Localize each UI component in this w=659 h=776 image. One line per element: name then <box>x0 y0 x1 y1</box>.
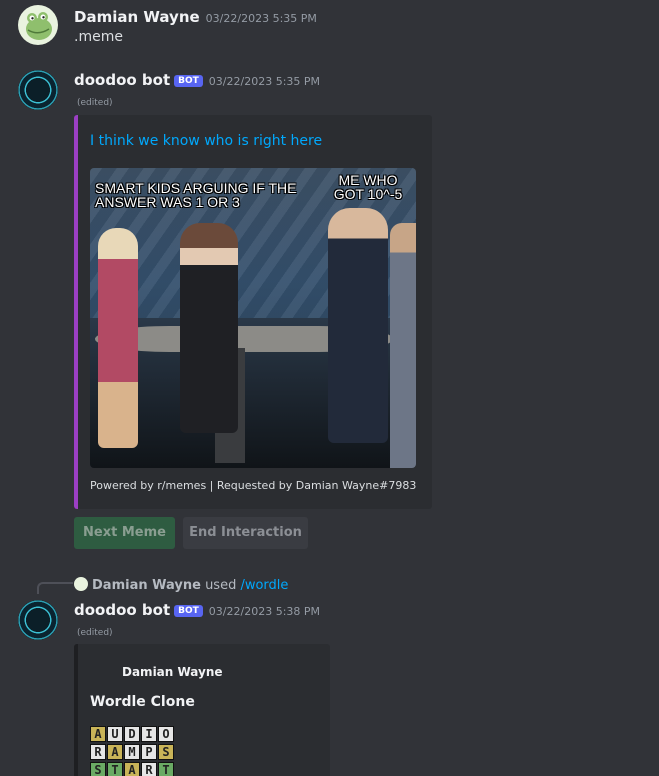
reply-used-text: used <box>205 578 237 593</box>
embed-title: Wordle Clone <box>90 694 195 710</box>
edited-label: (edited) <box>77 628 113 638</box>
username[interactable]: doodoo bot <box>74 601 170 619</box>
timestamp[interactable]: 03/22/2023 5:35 PM <box>206 12 317 25</box>
meme-image[interactable]: SMART KIDS ARGUING IF THE ANSWER WAS 1 O… <box>90 168 416 468</box>
avatar[interactable] <box>18 600 58 640</box>
person-center <box>180 223 238 433</box>
reply-command[interactable]: /wordle <box>240 578 288 593</box>
wordle-tile: S <box>90 762 106 776</box>
wordle-tile: U <box>107 726 123 742</box>
embed-accent-bar <box>74 115 78 509</box>
wordle-embed: Damian Wayne Wordle Clone AUDIORAMPSSTAR… <box>74 644 330 776</box>
wordle-tile: T <box>107 762 123 776</box>
wordle-tile: M <box>124 744 140 760</box>
wordle-tile: R <box>141 762 157 776</box>
username[interactable]: doodoo bot <box>74 71 170 89</box>
wordle-tile: T <box>158 762 174 776</box>
wordle-row: START <box>90 759 175 776</box>
message-header: Damian Wayne 03/22/2023 5:35 PM <box>74 7 317 26</box>
meme-caption-left: SMART KIDS ARGUING IF THE ANSWER WAS 1 O… <box>95 180 297 210</box>
person-far-right <box>390 223 416 468</box>
message-content: .meme <box>74 29 123 45</box>
wordle-tile: A <box>124 762 140 776</box>
embed-title[interactable]: I think we know who is right here <box>90 133 322 149</box>
timestamp[interactable]: 03/22/2023 5:35 PM <box>209 75 320 88</box>
wordle-tile: D <box>124 726 140 742</box>
end-interaction-button[interactable]: End Interaction <box>183 517 308 549</box>
wordle-tile: R <box>90 744 106 760</box>
meme-embed: I think we know who is right here SMART … <box>74 115 432 509</box>
chat-viewport: Damian Wayne 03/22/2023 5:35 PM .meme doo… <box>0 0 659 776</box>
bot-tag: BOT <box>174 75 203 87</box>
wordle-row: AUDIO <box>90 723 175 742</box>
embed-accent-bar <box>74 644 78 776</box>
edited-label: (edited) <box>77 98 113 108</box>
wordle-row: RAMPS <box>90 741 175 760</box>
wordle-tile: S <box>158 744 174 760</box>
embed-author[interactable]: Damian Wayne <box>122 665 223 679</box>
reply-username[interactable]: Damian Wayne <box>92 578 201 593</box>
avatar[interactable] <box>18 5 58 45</box>
person-right <box>328 208 388 443</box>
button-row: Next Meme End Interaction <box>74 517 314 549</box>
reply-connector <box>37 582 73 594</box>
frog-avatar-icon <box>26 12 52 40</box>
avatar[interactable] <box>18 70 58 110</box>
reply-context[interactable]: Damian Wayne used /wordle <box>74 577 288 593</box>
bot-tag: BOT <box>174 605 203 617</box>
embed-footer: Powered by r/memes | Requested by Damian… <box>90 479 417 492</box>
wordle-tile: O <box>158 726 174 742</box>
wordle-tile: A <box>90 726 106 742</box>
timestamp[interactable]: 03/22/2023 5:38 PM <box>209 605 320 618</box>
username[interactable]: Damian Wayne <box>74 8 200 26</box>
wordle-tile: A <box>107 744 123 760</box>
person-left <box>98 228 138 448</box>
reply-avatar-icon <box>74 577 88 591</box>
wordle-tile: I <box>141 726 157 742</box>
message-header: doodoo bot BOT 03/22/2023 5:35 PM <box>74 70 320 89</box>
meme-caption-right: ME WHO GOT 10^-5 <box>333 172 403 202</box>
message-header: doodoo bot BOT 03/22/2023 5:38 PM <box>74 600 320 619</box>
next-meme-button[interactable]: Next Meme <box>74 517 175 549</box>
wordle-tile: P <box>141 744 157 760</box>
